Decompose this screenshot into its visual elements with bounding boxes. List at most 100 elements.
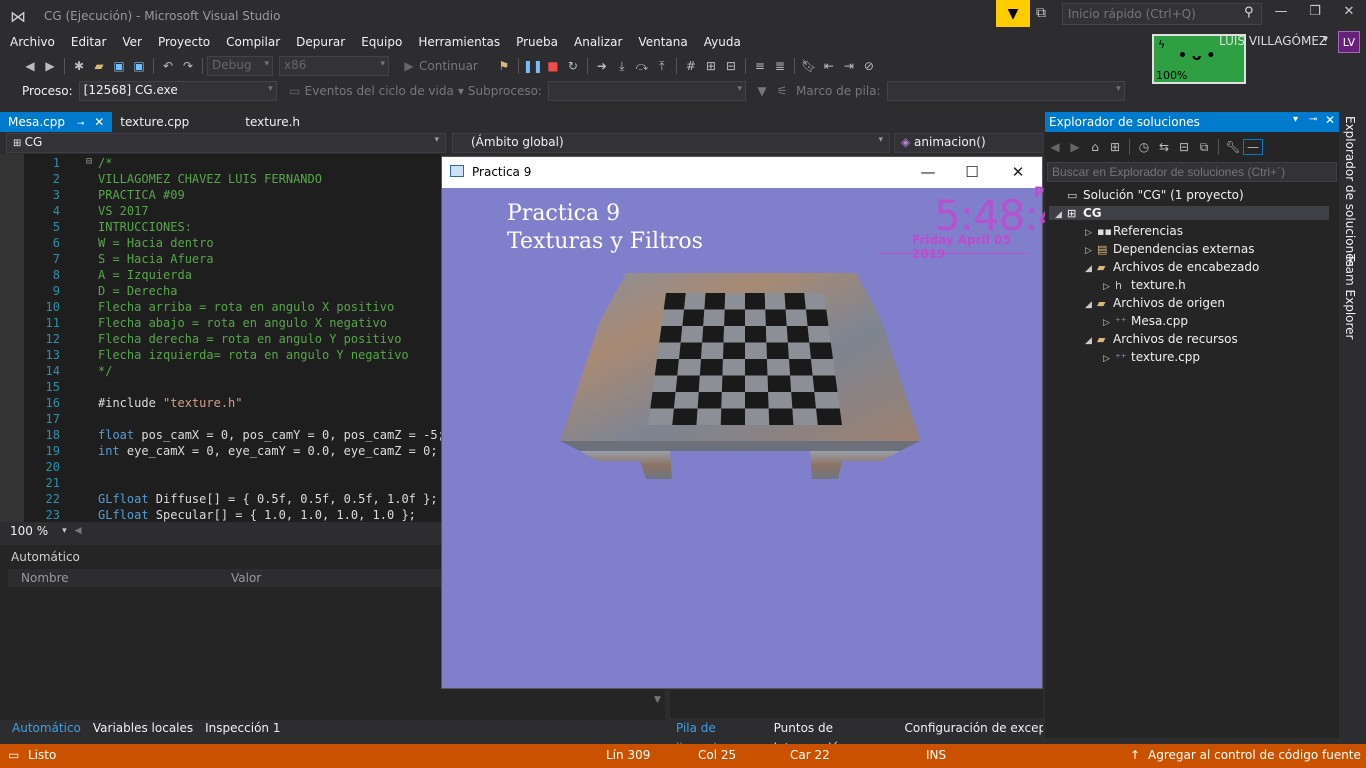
menu-archivo[interactable]: Archivo — [2, 33, 63, 51]
user-name[interactable]: LUIS VILLAGÓMEZ — [1219, 34, 1327, 48]
code-line[interactable]: Flecha izquierda= rota en angulo Y negat… — [98, 348, 409, 362]
member-select[interactable]: ◈ animacion() — [894, 133, 1043, 153]
flag-threads-icon[interactable]: ⚟ — [772, 84, 792, 98]
side-tab-solution-explorer[interactable]: Explorador de soluciones — [1343, 116, 1357, 267]
quick-launch-input[interactable] — [1062, 3, 1262, 25]
properties-icon[interactable]: 🔧︎ — [1223, 140, 1243, 154]
code-line[interactable]: GLfloat Diffuse[] = { 0.5f, 0.5f, 0.5f, … — [98, 492, 438, 506]
uncomment-icon[interactable]: ≣ — [770, 59, 790, 73]
code-line[interactable]: W = Hacia dentro — [98, 236, 214, 250]
tree-item[interactable]: ▷ ▪▪Referencias — [1085, 224, 1183, 238]
zoom-level[interactable]: 100 % — [10, 524, 48, 538]
restart-icon[interactable]: ↻ — [563, 59, 583, 73]
tree-item[interactable]: ▷ ▤ Dependencias externas — [1085, 242, 1254, 256]
tab-texture-cpp[interactable]: texture.cpp — [112, 112, 197, 132]
collapsed-arrow-icon[interactable]: ▷ — [1103, 318, 1115, 328]
forward-icon[interactable]: ▶ — [40, 59, 60, 73]
expanded-arrow-icon[interactable]: ◢ — [1085, 264, 1097, 274]
gl-minimize-button[interactable]: — — [908, 163, 948, 181]
tree-item[interactable]: ▷ ⁺⁺ Mesa.cpp — [1103, 314, 1188, 328]
tab-mesa-cpp[interactable]: Mesa.cpp ⊸ ✕ — [0, 112, 113, 132]
continue-button[interactable]: Continuar — [419, 59, 478, 73]
play-icon[interactable]: ▶ — [399, 59, 419, 73]
tree-item[interactable]: ▭ Solución "CG" (1 proyecto) — [1055, 188, 1244, 202]
collapsed-arrow-icon[interactable]: ▷ — [1103, 354, 1115, 364]
redo-icon[interactable]: ↷ — [178, 59, 198, 73]
tree-item[interactable]: ◢ ▰ Archivos de recursos — [1085, 332, 1238, 346]
code-line[interactable]: GLfloat Specular[] = { 1.0, 1.0, 1.0, 1.… — [98, 508, 416, 522]
filter-icon[interactable]: ▼ — [752, 84, 772, 98]
scope-select[interactable]: (Ámbito global) ▾ — [452, 133, 890, 153]
gl-close-button[interactable]: ✕ — [998, 163, 1038, 181]
show-all-files-icon[interactable]: ⧉ — [1194, 140, 1214, 155]
tab-exception-settings[interactable]: Configuración de excepci — [899, 718, 1043, 738]
add-to-source-control[interactable]: Agregar al control de código fuente — [1148, 748, 1361, 762]
minimize-button[interactable]: — — [1266, 4, 1296, 24]
chevron-down-icon[interactable]: ▾ — [1293, 114, 1298, 125]
thread-select[interactable]: ▾ — [547, 81, 746, 101]
save-icon[interactable]: ▣ — [109, 59, 129, 73]
solution-search-input[interactable] — [1047, 162, 1337, 182]
forward-icon[interactable]: ▶ — [1065, 140, 1085, 154]
tree-item[interactable]: ▷ ⁺⁺ texture.cpp — [1103, 350, 1200, 364]
tab-watch-1[interactable]: Inspección 1 — [199, 718, 286, 738]
pause-icon[interactable]: ❚❚ — [523, 59, 543, 73]
collapse-region-icon[interactable]: ⊟ — [86, 156, 92, 167]
prev-bookmark-icon[interactable]: ⇤ — [819, 59, 839, 73]
tree-item[interactable]: ◢ ⊞ CG — [1049, 206, 1329, 220]
tree-item[interactable]: ◢ ▰ Archivos de encabezado — [1085, 260, 1259, 274]
collapsed-arrow-icon[interactable]: ▷ — [1085, 246, 1097, 256]
close-icon[interactable]: ✕ — [1325, 113, 1335, 127]
close-icon[interactable]: ✕ — [94, 115, 104, 129]
code-line[interactable]: /* — [98, 156, 112, 170]
menu-analizar[interactable]: Analizar — [566, 33, 630, 51]
gl-maximize-button[interactable]: ☐ — [952, 163, 992, 181]
lifecycle-events-icon[interactable]: ▭ — [285, 84, 305, 98]
code-line[interactable]: #include "texture.h" — [98, 396, 243, 410]
tab-texture-h[interactable]: texture.h — [237, 112, 308, 132]
tree-item[interactable]: ▷ h texture.h — [1103, 278, 1186, 292]
chevron-down-icon[interactable]: ▾ — [62, 526, 67, 536]
process-icon[interactable]: ⚑ — [494, 59, 514, 73]
pending-changes-icon[interactable]: ◷ — [1134, 140, 1154, 154]
upload-arrow-icon[interactable]: ↑ — [1130, 748, 1140, 762]
step-over-icon[interactable]: ⤼ — [632, 59, 652, 74]
code-line[interactable]: VILLAGOMEZ CHAVEZ LUIS FERNANDO — [98, 172, 322, 186]
code-line[interactable]: A = Izquierda — [98, 268, 192, 282]
switch-views-icon[interactable]: ⊞ — [1105, 140, 1125, 154]
step-into-icon[interactable]: ⤓ — [612, 59, 632, 74]
close-button[interactable]: ✕ — [1334, 4, 1364, 24]
column-name[interactable]: Nombre — [21, 571, 69, 585]
menu-ventana[interactable]: Ventana — [630, 33, 695, 51]
code-editor[interactable]: ⊟ 1 /* 2 VILLAGOMEZ CHAVEZ LUIS FERNANDO 3 PR… — [0, 154, 441, 522]
editor-margin[interactable] — [0, 154, 24, 522]
step-out-icon[interactable]: ⤒ — [652, 59, 672, 74]
back-icon[interactable]: ◀ — [20, 59, 40, 73]
tab-locals[interactable]: Variables locales — [87, 718, 199, 738]
menu-equipo[interactable]: Equipo — [353, 33, 410, 51]
menu-prueba[interactable]: Prueba — [508, 33, 566, 51]
save-all-icon[interactable]: ▣ — [129, 59, 149, 73]
platform-select[interactable]: x86 ▾ — [279, 56, 389, 76]
pin-icon[interactable]: ⊸ — [1309, 114, 1317, 125]
sync-icon[interactable]: ⇆ — [1154, 140, 1174, 154]
stack-icon[interactable]: ⊟ — [721, 59, 741, 73]
configuration-select[interactable]: Debug ▾ — [207, 56, 273, 76]
show-next-statement-icon[interactable]: ➜ — [592, 59, 612, 73]
collapsed-arrow-icon[interactable]: ▷ — [1085, 228, 1097, 238]
menu-herramientas[interactable]: Herramientas — [410, 33, 508, 51]
tree-item[interactable]: ◢ ▰ Archivos de origen — [1085, 296, 1225, 310]
code-line[interactable]: int eye_camX = 0, eye_camY = 0.0, eye_ca… — [98, 444, 438, 458]
tab-call-stack[interactable]: Pila de llamadas — [670, 718, 768, 755]
expanded-arrow-icon[interactable]: ◢ — [1085, 336, 1097, 346]
stack-frame-select[interactable]: ▾ — [886, 81, 1125, 101]
code-line[interactable]: VS 2017 — [98, 204, 149, 218]
home-icon[interactable]: ⌂ — [1085, 140, 1105, 154]
code-line[interactable]: Flecha derecha = rota en angulo Y positi… — [98, 332, 401, 346]
undo-icon[interactable]: ↶ — [158, 59, 178, 73]
menu-ver[interactable]: Ver — [114, 33, 150, 51]
scroll-down-icon[interactable]: ▼ — [650, 695, 665, 717]
menu-proyecto[interactable]: Proyecto — [150, 33, 218, 51]
menu-editar[interactable]: Editar — [63, 33, 115, 51]
collapse-all-icon[interactable]: ⊟ — [1174, 140, 1194, 154]
